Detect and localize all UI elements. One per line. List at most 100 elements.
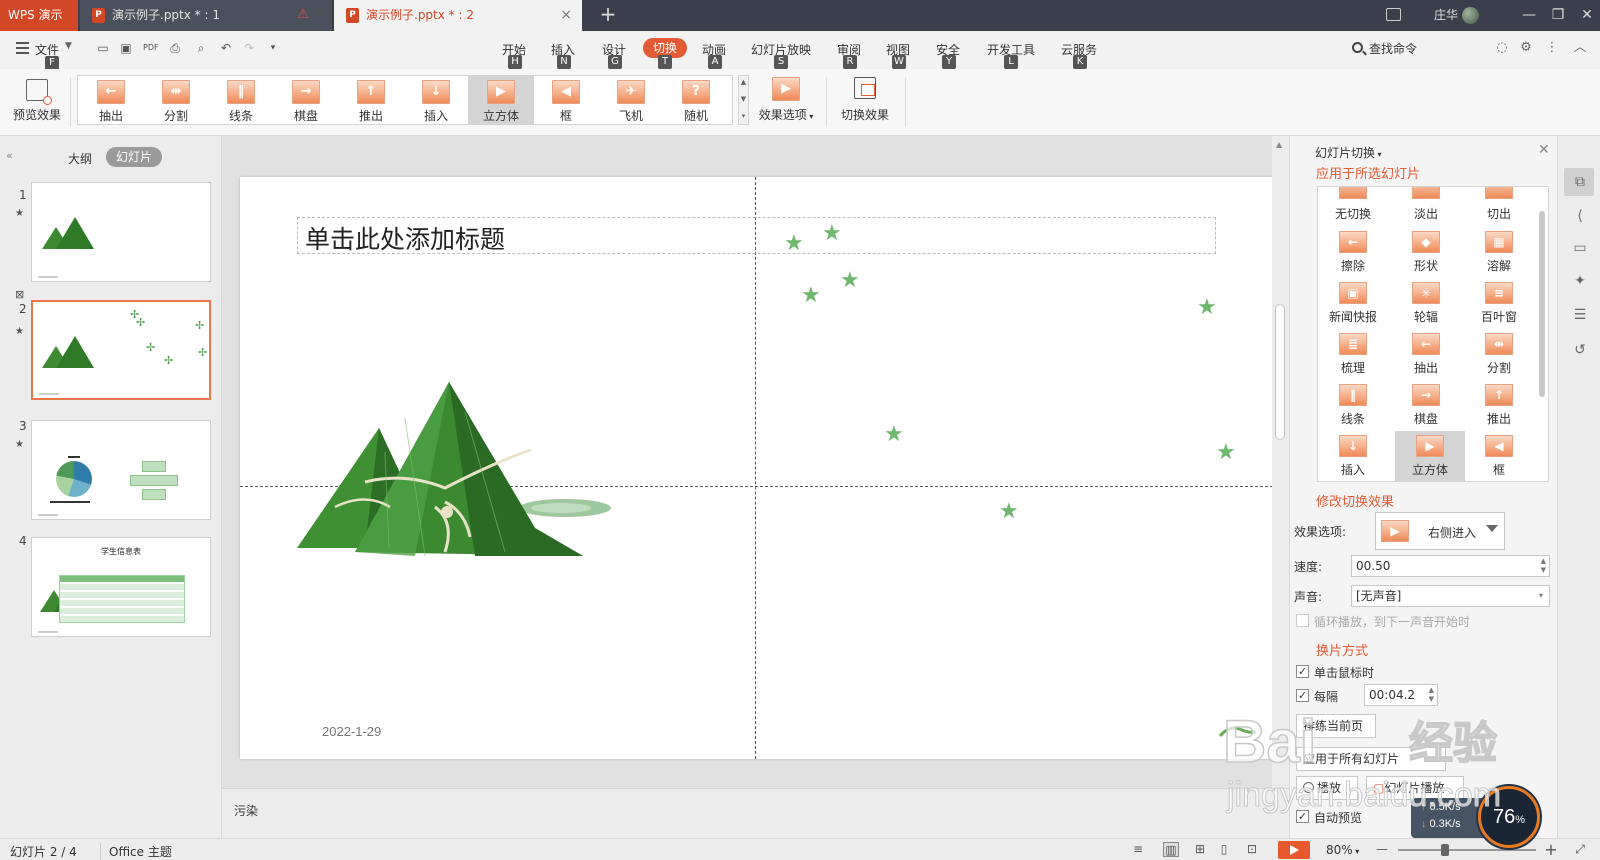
zoom-slider-thumb[interactable]	[1441, 844, 1449, 856]
transition-random[interactable]: ? 随机	[663, 76, 729, 124]
loop-checkbox[interactable]	[1296, 614, 1309, 627]
transition-split[interactable]: ⇹ 分割	[1464, 329, 1534, 379]
transition-fade[interactable]: 淡出	[1391, 187, 1461, 231]
tab-slides[interactable]: 幻灯片	[106, 147, 162, 167]
settings-sliders-icon[interactable]: ☰	[1571, 306, 1589, 324]
tab-cloud[interactable]: 云服务 K	[1061, 41, 1097, 69]
scroll-up-icon[interactable]: ▲	[1276, 140, 1282, 149]
transition-dissolve[interactable]: ▦ 溶解	[1464, 227, 1534, 277]
transition-lines[interactable]: ‖ 线条	[1318, 380, 1388, 430]
document-tab-2[interactable]: P 演示例子.pptx * : 2 ×	[334, 0, 582, 31]
notes-toggle-icon[interactable]: ≡	[1130, 842, 1146, 857]
transition-blinds[interactable]: ≡ 百叶窗	[1464, 278, 1534, 328]
redo-icon[interactable]: ↷	[242, 41, 256, 55]
slide-sorter-icon[interactable]: ⊞	[1192, 842, 1208, 857]
sound-select[interactable]: [无声音] ▾	[1351, 585, 1550, 607]
tab-insert[interactable]: 插入 N	[551, 41, 575, 69]
tab-animation[interactable]: 动画 A	[702, 41, 726, 69]
restore-icon[interactable]: ❐	[1543, 0, 1573, 31]
spinner-icon[interactable]: ▲ ▼	[1429, 686, 1434, 704]
slideshow-play-button[interactable]	[1278, 841, 1310, 859]
chat-icon[interactable]: ◌	[1494, 40, 1510, 56]
transition-newsflash[interactable]: ▣ 新闻快报	[1318, 278, 1388, 328]
transition-cut[interactable]: 切出	[1464, 187, 1534, 231]
search-command[interactable]: 查找命令	[1369, 40, 1417, 57]
date-text[interactable]: 2022-1-29	[322, 724, 381, 739]
every-checkbox[interactable]: ✓	[1296, 689, 1309, 702]
transition-checkerboard[interactable]: → 棋盘	[273, 76, 339, 124]
transition-lines[interactable]: ‖ 线条	[208, 76, 274, 124]
star-icon[interactable]: ★	[999, 501, 1019, 523]
presenter-view-icon[interactable]: ⊡	[1244, 842, 1260, 857]
preview-effect-button[interactable]: 预览效果	[8, 75, 66, 131]
slide-thumbnail-2[interactable]: ✢ ✢ ✢ ✢ ✢ ✢	[31, 300, 211, 400]
slide-thumbnail-1[interactable]	[31, 182, 211, 282]
transition-checkerboard[interactable]: → 棋盘	[1391, 380, 1461, 430]
search-icon[interactable]	[1352, 42, 1363, 53]
scroll-up-icon[interactable]: ▲	[739, 78, 748, 86]
chevron-up-icon[interactable]: ︿	[1572, 40, 1588, 56]
scroll-down-icon[interactable]: ▼	[739, 95, 748, 103]
network-speed-widget[interactable]: ↑ 0.5K/s ↓ 0.3K/s 76%	[1411, 786, 1540, 848]
tab-review[interactable]: 审阅 R	[837, 41, 861, 69]
pin-icon[interactable]: ✦	[1571, 272, 1589, 290]
notes-pane[interactable]: 污染	[222, 788, 1289, 838]
undo-icon[interactable]: ↶	[219, 41, 233, 55]
transition-split[interactable]: ⇹ 分割	[143, 76, 209, 124]
close-window-icon[interactable]: ✕	[1572, 0, 1600, 31]
switch-effect-button[interactable]: 切换效果	[832, 75, 898, 131]
theme-name[interactable]: Office 主题	[100, 843, 172, 860]
share-icon[interactable]: ⟨	[1571, 207, 1589, 225]
more-icon[interactable]: ⋮	[1544, 40, 1560, 56]
tab-transitions[interactable]: 切换 T	[643, 38, 687, 69]
tab-outline[interactable]: 大纲	[68, 150, 92, 167]
print-preview-icon[interactable]: ⌕	[194, 41, 208, 55]
memory-usage-gauge[interactable]: 76%	[1478, 786, 1540, 848]
transition-wheel[interactable]: ✳ 轮辐	[1391, 278, 1461, 328]
rehearse-current-button[interactable]: 排练当前页	[1296, 714, 1376, 738]
slide-thumbnail-3[interactable]	[31, 420, 211, 520]
effect-options-button[interactable]: ▶ 效果选项 ▾	[752, 75, 820, 131]
star-icon[interactable]: ★	[822, 223, 842, 245]
star-icon[interactable]: ★	[801, 285, 821, 307]
transition-airplane[interactable]: ✈ 飞机	[598, 76, 664, 124]
window-layout-icon[interactable]	[1386, 8, 1401, 21]
tab-design[interactable]: 设计 G	[602, 41, 626, 69]
tab-developer[interactable]: 开发工具 L	[987, 41, 1035, 69]
collapse-panel-icon[interactable]: «	[6, 149, 13, 162]
customize-qat-icon[interactable]: ▾	[266, 41, 280, 55]
zoom-in-icon[interactable]: +	[1543, 842, 1559, 858]
transition-wipe[interactable]: ← 擦除	[1318, 227, 1388, 277]
gallery-scrollbar[interactable]: ▲ ▼ ▾	[738, 75, 749, 125]
gallery-expand-icon[interactable]: ▾	[739, 112, 748, 120]
transition-cube[interactable]: ▶ 立方体	[1395, 431, 1465, 481]
document-tab-1[interactable]: P 演示例子.pptx * : 1 ⚠	[80, 0, 332, 31]
transition-cube[interactable]: ▶ 立方体	[468, 76, 534, 124]
library-icon[interactable]: ▭	[1571, 239, 1589, 257]
star-icon[interactable]: ★	[1216, 442, 1236, 464]
every-time-input[interactable]: 00:04.2 ▲ ▼	[1364, 684, 1438, 706]
tab-slideshow[interactable]: 幻灯片放映 S	[751, 41, 811, 69]
scrollbar-thumb[interactable]	[1275, 304, 1285, 440]
transition-push[interactable]: ↑ 推出	[338, 76, 404, 124]
apply-all-button[interactable]: 应用于所有幻灯片	[1296, 747, 1446, 771]
slide-canvas[interactable]: 单击此处添加标题 ★ ★ ★ ★ ★ ★ ★ ★ 2022-1-29	[240, 177, 1273, 759]
transition-insert[interactable]: ↓ 插入	[1318, 431, 1388, 481]
history-icon[interactable]: ↺	[1571, 341, 1589, 359]
minimize-icon[interactable]: —	[1514, 0, 1544, 31]
on-click-checkbox[interactable]: ✓	[1296, 665, 1309, 678]
print-icon[interactable]: ⎙	[168, 41, 182, 55]
tab-view[interactable]: 视图 W	[886, 41, 910, 69]
play-button[interactable]: 播放	[1296, 776, 1358, 800]
app-name[interactable]: WPS 演示	[0, 0, 78, 31]
close-icon[interactable]: ✕	[1538, 142, 1550, 158]
effect-option-select[interactable]: ▶ 右侧进入	[1375, 512, 1505, 550]
gear-icon[interactable]: ⚙	[1518, 40, 1534, 56]
transition-insert[interactable]: ↓ 插入	[403, 76, 469, 124]
tab-home[interactable]: 开始 H	[502, 41, 526, 69]
transition-box[interactable]: ◀ 框	[533, 76, 599, 124]
transition-box[interactable]: ◀ 框	[1464, 431, 1534, 481]
transition-pull-out[interactable]: ← 抽出	[78, 76, 144, 124]
open-folder-icon[interactable]: ▭	[96, 41, 110, 55]
panel-title[interactable]: 幻灯片切换 ▾	[1315, 144, 1382, 161]
